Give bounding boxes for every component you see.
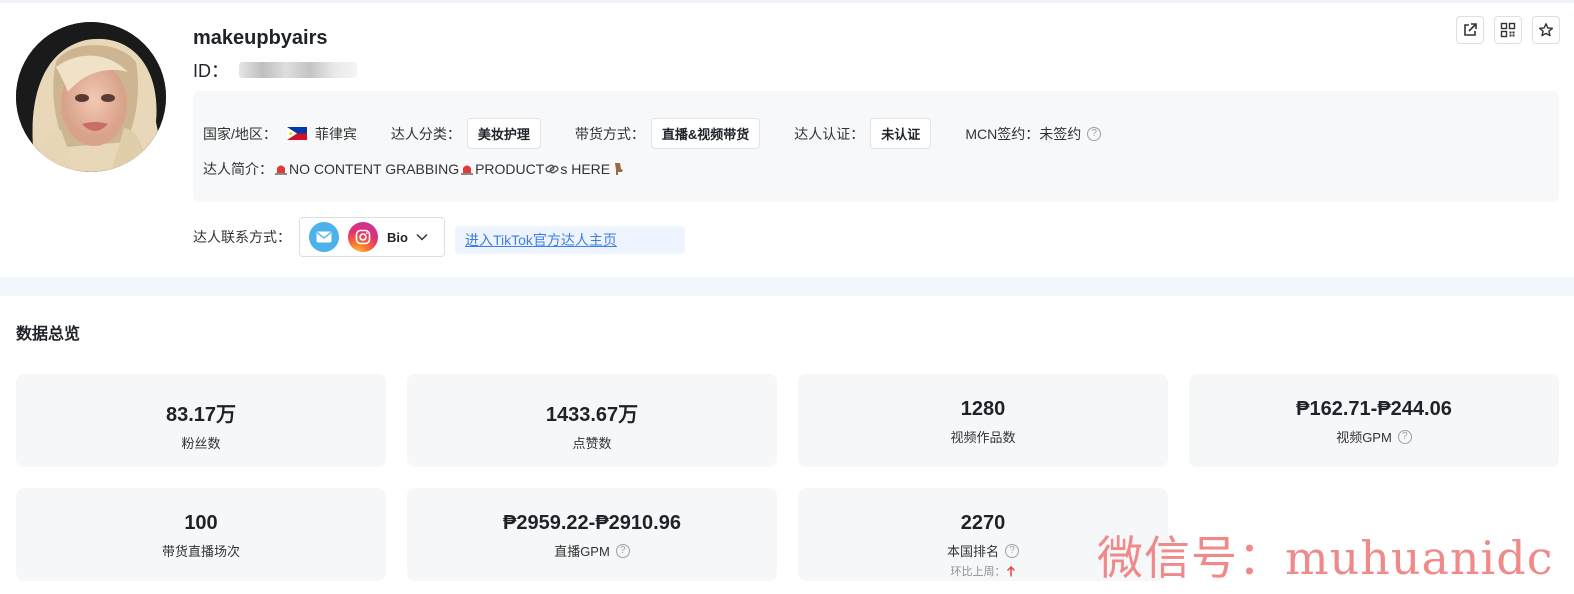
category-label: 达人分类： [390, 125, 461, 142]
qrcode-icon [1500, 22, 1516, 38]
stat-label: 带货直播场次 [161, 544, 240, 559]
link-icon [545, 164, 559, 174]
siren-icon [275, 165, 287, 175]
bio-row: 达人简介： NO CONTENT GRABBING PRODUCT s HERE [203, 159, 626, 179]
week-over-week-label: 环比上周： [950, 566, 1006, 578]
verify-tag: 未认证 [870, 118, 932, 149]
bio-link[interactable]: Bio [387, 230, 408, 245]
chevron-down-icon[interactable] [415, 230, 429, 244]
id-label: ID： [193, 61, 229, 81]
instagram-icon[interactable] [348, 222, 378, 252]
stat-value: 1433.67万 [545, 404, 639, 426]
help-icon[interactable]: ? [615, 543, 630, 558]
contact-selector[interactable]: Bio [299, 217, 445, 257]
stat-value: ₱162.71-₱244.06 [1296, 398, 1452, 420]
stat-label: 粉丝数 [181, 436, 221, 451]
arrow-up-icon [1006, 565, 1015, 576]
qrcode-button[interactable] [1494, 16, 1522, 44]
star-icon [1538, 23, 1554, 37]
siren-icon [461, 165, 474, 175]
category-tag: 美妆护理 [466, 118, 541, 149]
info-row: 国家/地区： 菲律宾 达人分类： 美妆护理 带货方式： 直播&视频带货 达人认证… [203, 118, 1102, 149]
nickname: makeupbyairs [193, 27, 328, 49]
stat-label: 直播GPM [554, 544, 610, 559]
stat-card-followers: 83.17万 粉丝数 [16, 374, 386, 467]
favorite-button[interactable] [1532, 16, 1560, 44]
overview-title: 数据总览 [16, 326, 81, 343]
bio-text-part2: PRODUCT [475, 161, 545, 177]
help-icon[interactable]: ? [1397, 429, 1412, 444]
avatar[interactable] [16, 22, 166, 172]
stat-label: 点赞数 [572, 436, 612, 451]
id-value-blurred [239, 62, 357, 78]
stat-value: ₱2959.22-₱2910.96 [503, 512, 681, 534]
stat-value: 100 [184, 512, 218, 534]
avatar-image [16, 22, 166, 172]
profile-header: makeupbyairs ID： 国家/地区： 菲律宾 达人分类： 美妆护理 带… [0, 3, 1574, 277]
bio-label: 达人简介： [203, 161, 273, 177]
external-link-button[interactable] [1456, 16, 1484, 44]
bio-text-part3: s HERE [560, 161, 611, 177]
sales-mode-tag: 直播&视频带货 [650, 118, 761, 149]
tiktok-profile-link[interactable]: 进入TikTok官方达人主页 [455, 226, 685, 254]
stat-card-live-sessions: 100 带货直播场次 [16, 488, 386, 581]
stat-label: 本国排名 [946, 544, 999, 559]
help-icon[interactable]: ? [1087, 126, 1102, 141]
creator-info-panel: 国家/地区： 菲律宾 达人分类： 美妆护理 带货方式： 直播&视频带货 达人认证… [193, 91, 1559, 202]
country-label: 国家/地区： [203, 125, 277, 142]
country-value: 菲律宾 [314, 125, 357, 142]
stat-card-videos: 1280 视频作品数 [798, 374, 1168, 467]
external-link-icon [1464, 23, 1477, 36]
stat-card-video-gpm: ₱162.71-₱244.06 视频GPM ? [1189, 374, 1559, 467]
stat-card-live-gpm: ₱2959.22-₱2910.96 直播GPM ? [407, 488, 777, 581]
bio-text-part1: NO CONTENT GRABBING [289, 161, 460, 177]
stat-label: 视频作品数 [950, 430, 1016, 445]
mcn-label: MCN签约： [965, 125, 1040, 142]
creator-id: ID： [193, 57, 357, 83]
watermark: 微信号：muhuanidc [1097, 531, 1554, 585]
stat-value: 83.17万 [165, 404, 237, 426]
mcn-value: 未签约 [1039, 125, 1082, 142]
help-icon[interactable]: ? [1005, 543, 1019, 558]
pointing-down-icon [615, 163, 624, 175]
section-divider [0, 277, 1574, 296]
philippines-flag-icon [286, 127, 307, 140]
contact-label: 达人联系方式： [193, 229, 291, 245]
stat-card-likes: 1433.67万 点赞数 [407, 374, 777, 467]
sales-mode-label: 带货方式： [574, 125, 645, 142]
stat-value: 1280 [960, 398, 1006, 420]
contact-row: 达人联系方式： Bio [193, 217, 445, 257]
top-actions [1456, 16, 1560, 44]
verify-label: 达人认证： [794, 125, 865, 142]
email-icon[interactable] [309, 222, 339, 252]
stat-label: 视频GPM [1336, 430, 1392, 445]
